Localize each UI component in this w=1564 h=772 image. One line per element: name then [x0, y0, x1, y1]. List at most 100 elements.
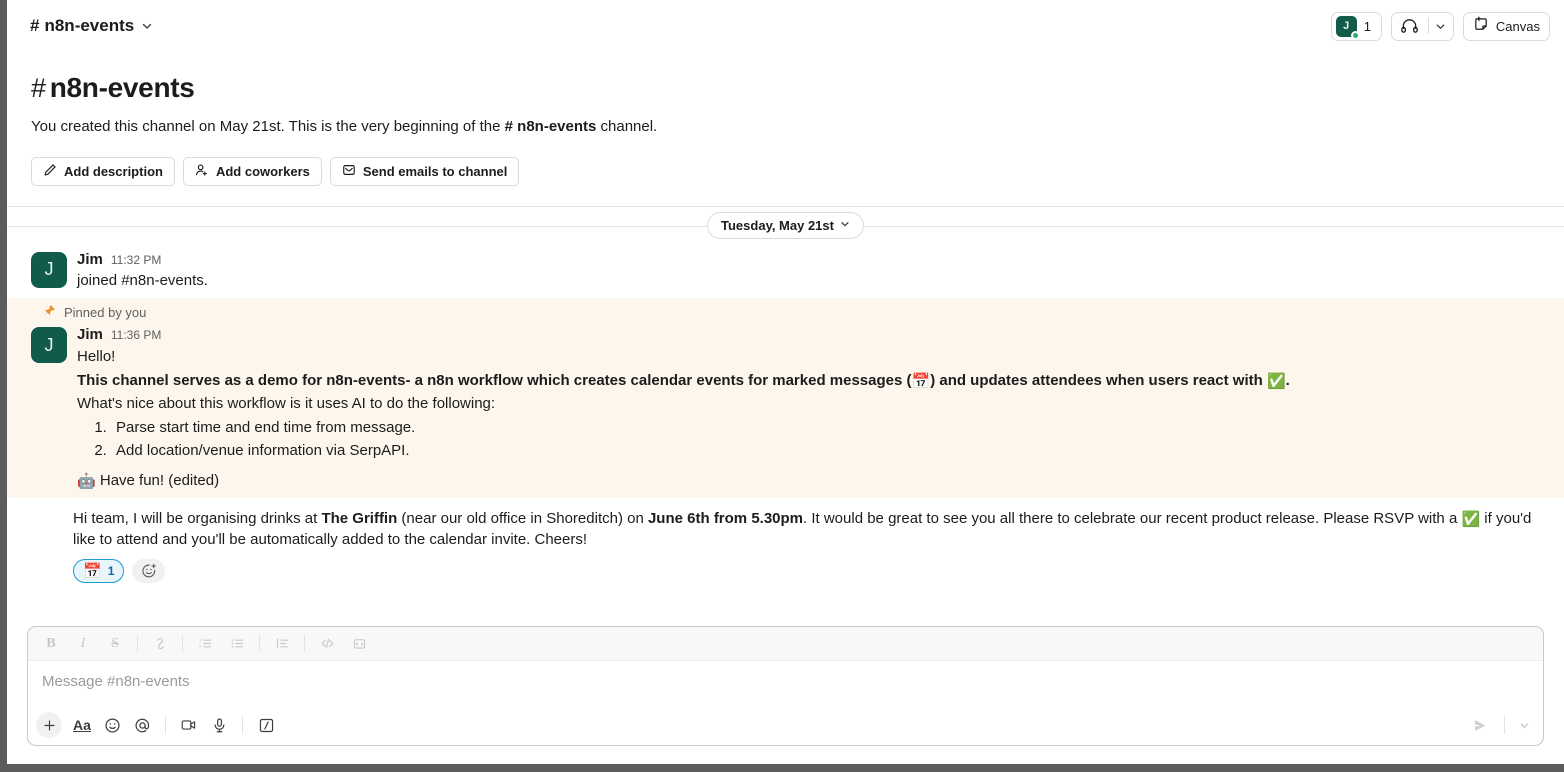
send-emails-label: Send emails to channel	[363, 164, 508, 179]
add-reaction-icon[interactable]	[132, 559, 165, 583]
page-title-text: n8n-events	[50, 72, 195, 104]
message-author[interactable]: Jim	[77, 327, 103, 344]
blockquote-icon[interactable]	[267, 631, 297, 657]
huddle-button[interactable]	[1391, 12, 1454, 41]
person-add-icon	[195, 163, 209, 180]
pinned-outro-text: Have fun! (edited)	[100, 472, 219, 489]
pinned-label-text: Pinned by you	[64, 305, 146, 320]
composer-send-group	[1464, 711, 1535, 739]
bulleted-list-icon[interactable]	[222, 631, 252, 657]
headphones-icon[interactable]	[1392, 13, 1428, 40]
formatting-aa-icon[interactable]: Aa	[67, 711, 97, 739]
send-emails-button[interactable]: Send emails to channel	[330, 157, 520, 186]
followup-part-1: Hi team, I will be organising drinks at	[73, 510, 321, 527]
add-coworkers-button[interactable]: Add coworkers	[183, 157, 322, 186]
check-mark-icon: ✅	[1267, 373, 1286, 390]
pushpin-icon	[43, 304, 56, 320]
pencil-icon	[43, 163, 57, 180]
mention-icon[interactable]	[127, 711, 157, 739]
italic-icon[interactable]: I	[68, 631, 98, 657]
message-scroll-area[interactable]: # n8n-events You created this channel on…	[7, 52, 1564, 626]
calendar-reaction-chip[interactable]: 📅 1	[73, 559, 124, 583]
chevron-down-icon[interactable]	[1429, 13, 1453, 40]
pinned-line2-a: This channel serves as a demo for n8n-ev…	[77, 372, 912, 389]
channel-intro: # n8n-events You created this channel on…	[7, 52, 1564, 206]
message-text: joined #n8n-events.	[77, 270, 1540, 292]
avatar-initial: J	[45, 335, 54, 356]
avatar[interactable]: J	[31, 252, 67, 288]
channel-intro-actions: Add description Add coworkers	[31, 157, 1540, 206]
divider	[242, 716, 243, 734]
message-timestamp[interactable]: 11:36 PM	[111, 329, 161, 342]
avatar: J	[1336, 16, 1357, 37]
channel-title-text: n8n-events	[44, 16, 134, 36]
code-block-icon[interactable]	[344, 631, 374, 657]
message-header: Jim 11:36 PM	[77, 327, 1540, 344]
composer-footer: Aa	[28, 705, 1543, 745]
topbar-actions: J 1	[1331, 12, 1550, 41]
message-author[interactable]: Jim	[77, 252, 103, 269]
canvas-label: Canvas	[1496, 19, 1540, 34]
add-description-label: Add description	[64, 164, 163, 179]
message-header: Jim 11:32 PM	[77, 252, 1540, 269]
date-chip-button[interactable]: Tuesday, May 21st	[707, 212, 864, 239]
add-description-button[interactable]: Add description	[31, 157, 175, 186]
check-mark-icon: ✅	[1461, 511, 1480, 528]
link-icon[interactable]	[145, 631, 175, 657]
message-body: Jim 11:36 PM Hello! This channel serves …	[77, 327, 1540, 491]
reaction-count: 1	[108, 564, 115, 578]
canvas-button[interactable]: Canvas	[1463, 12, 1550, 41]
strikethrough-glyph: S	[111, 636, 119, 652]
plus-icon[interactable]	[36, 712, 62, 738]
followup-bold-venue: The Griffin	[321, 510, 397, 527]
date-divider: Tuesday, May 21st	[7, 207, 1564, 245]
video-icon[interactable]	[174, 711, 204, 739]
pinned-message-row[interactable]: J Jim 11:36 PM Hello! This channel serve…	[7, 320, 1564, 497]
code-icon[interactable]	[312, 631, 342, 657]
members-button[interactable]: J 1	[1331, 12, 1382, 41]
robot-icon: 🤖	[77, 473, 96, 490]
microphone-icon[interactable]	[204, 711, 234, 739]
pinned-line-3: What's nice about this workflow is it us…	[77, 393, 1540, 415]
send-icon[interactable]	[1464, 711, 1496, 739]
bold-glyph: B	[46, 636, 55, 652]
avatar[interactable]: J	[31, 327, 67, 363]
svg-text:1: 1	[199, 638, 202, 643]
bold-icon[interactable]: B	[36, 631, 66, 657]
avatar-initial: J	[45, 259, 54, 280]
message-row[interactable]: J Jim 11:32 PM joined #n8n-events.	[7, 245, 1564, 298]
divider	[304, 635, 305, 652]
members-count: 1	[1364, 19, 1371, 34]
divider	[182, 635, 183, 652]
ordered-list-icon[interactable]: 1 2	[190, 631, 220, 657]
slash-command-icon[interactable]	[251, 711, 281, 739]
divider	[165, 716, 166, 734]
chevron-down-icon	[840, 219, 850, 232]
aa-glyph: Aa	[73, 717, 91, 733]
list-item: Parse start time and end time from messa…	[111, 417, 1540, 439]
strikethrough-icon[interactable]: S	[100, 631, 130, 657]
channel-intro-description: You created this channel on May 21st. Th…	[31, 116, 1540, 138]
message-input[interactable]: Message #n8n-events	[28, 661, 1543, 705]
envelope-check-icon	[342, 163, 356, 180]
hash-icon: #	[30, 16, 39, 36]
channel-topbar: # n8n-events J 1	[7, 0, 1564, 52]
intro-desc-prefix: You created this channel on May 21st. Th…	[31, 118, 505, 135]
message-timestamp[interactable]: 11:32 PM	[111, 254, 161, 267]
emoji-icon[interactable]	[97, 711, 127, 739]
intro-desc-suffix: channel.	[596, 118, 657, 135]
reactions-bar: 📅 1	[7, 553, 1564, 593]
formatting-toolbar: B I S 1 2	[28, 627, 1543, 661]
date-chip-label: Tuesday, May 21st	[721, 218, 834, 233]
pinned-outro-line: 🤖 Have fun! (edited)	[77, 470, 1540, 492]
followup-bold-datetime: June 6th from 5.30pm	[648, 510, 803, 527]
message-composer[interactable]: B I S 1 2	[27, 626, 1544, 746]
add-coworkers-label: Add coworkers	[216, 164, 310, 179]
pinned-line2-c: .	[1286, 372, 1290, 389]
channel-name-button[interactable]: # n8n-events	[24, 12, 159, 40]
chevron-down-icon[interactable]	[1513, 711, 1535, 739]
pinned-line2-b: ) and updates attendees when users react…	[930, 372, 1267, 389]
pinned-ordered-list: Parse start time and end time from messa…	[77, 417, 1540, 461]
chevron-down-icon	[141, 20, 153, 32]
pinned-line-2: This channel serves as a demo for n8n-ev…	[77, 370, 1540, 392]
